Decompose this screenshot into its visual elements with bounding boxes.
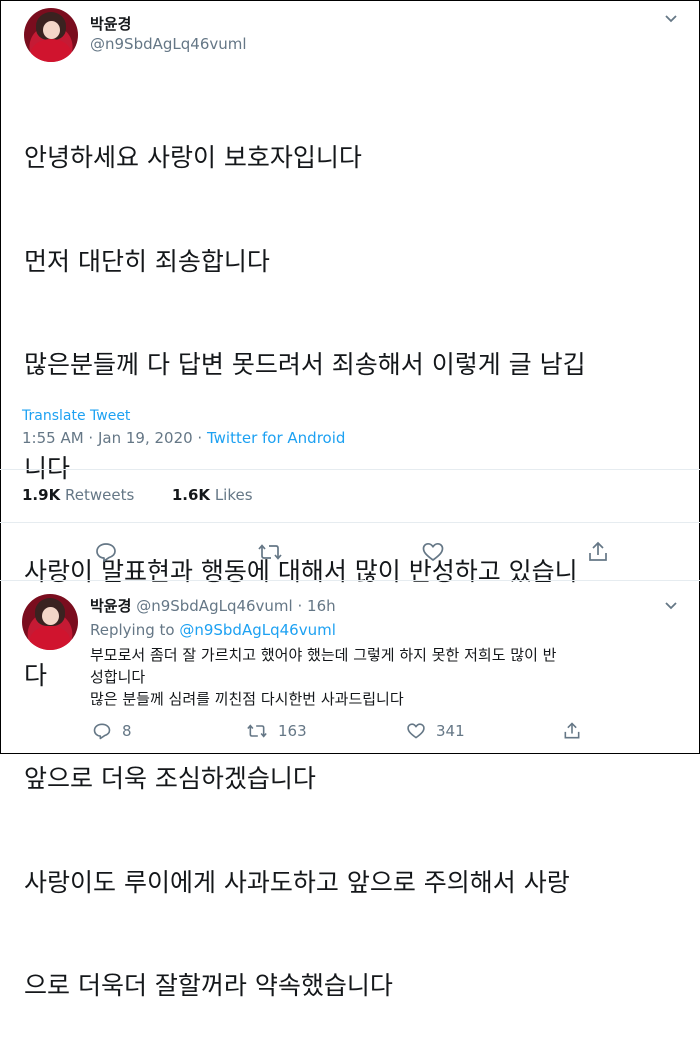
likes-stat[interactable]: 1.6K Likes xyxy=(172,486,253,504)
reply-button[interactable] xyxy=(94,540,118,564)
divider xyxy=(0,522,700,523)
reply-share-button[interactable] xyxy=(562,721,582,741)
reply-count: 8 xyxy=(122,722,132,740)
meta-separator: · xyxy=(192,429,207,447)
tweet-text-line: 으로 더욱더 잘할꺼라 약속했습니다 xyxy=(24,971,393,1000)
tweet-meta: 1:55 AM · Jan 19, 2020 · Twitter for And… xyxy=(22,429,345,447)
tweet-text-line: 앞으로 더욱 조심하겠습니다 xyxy=(24,764,316,793)
reply-text-line: 부모로서 좀더 잘 가르치고 했어야 했는데 그렇게 하지 못한 저희도 많이 … xyxy=(90,646,557,664)
tweet-source[interactable]: Twitter for Android xyxy=(207,429,345,447)
share-icon xyxy=(564,722,580,739)
author-handle[interactable]: @n9SbdAgLq46vuml xyxy=(90,35,247,53)
reply-retweet-button[interactable]: 163 xyxy=(246,721,307,741)
tweet-stats: 1.9K Retweets 1.6K Likes xyxy=(22,486,253,504)
reply-like-count: 341 xyxy=(436,722,465,740)
replying-to-handle[interactable]: @n9SbdAgLq46vuml xyxy=(179,621,336,639)
share-button[interactable] xyxy=(586,540,610,564)
tweet-date[interactable]: Jan 19, 2020 xyxy=(98,429,193,447)
divider xyxy=(0,580,700,581)
reply-icon xyxy=(93,723,111,740)
tweet-text-line: 먼저 대단히 죄송합니다 xyxy=(24,246,270,276)
retweet-button[interactable] xyxy=(257,540,283,564)
meta-separator: · xyxy=(83,429,98,447)
author-name[interactable]: 박윤경 xyxy=(90,13,131,34)
share-icon xyxy=(589,541,607,561)
translate-tweet-link[interactable]: Translate Tweet xyxy=(22,408,130,424)
chevron-down-icon[interactable] xyxy=(664,599,678,615)
tweet-text-line: 많은분들께 다 답변 못드려서 죄송해서 이렇게 글 남깁 xyxy=(24,350,586,379)
tweet-time[interactable]: 1:55 AM xyxy=(22,429,84,447)
reply-text: 부모로서 좀더 잘 가르치고 했어야 했는데 그렇게 하지 못한 저희도 많이 … xyxy=(90,644,686,710)
reply-header: 박윤경 @n9SbdAgLq46vuml · 16h xyxy=(90,595,336,616)
retweets-label: Retweets xyxy=(64,486,135,504)
like-button[interactable] xyxy=(421,540,445,564)
divider xyxy=(0,469,700,470)
tweet-text: 안녕하세요 사랑이 보호자입니다 먼저 대단히 죄송합니다 많은분들께 다 답변… xyxy=(24,72,684,1038)
retweets-count: 1.9K xyxy=(22,486,61,504)
likes-label: Likes xyxy=(214,486,253,504)
retweet-icon xyxy=(258,544,282,560)
reply-icon xyxy=(96,543,116,562)
reply-text-line: 성합니다 xyxy=(90,668,146,686)
retweets-stat[interactable]: 1.9K Retweets xyxy=(22,486,134,504)
reply-text-line: 많은 분들께 심려를 끼친점 다시한번 사과드립니다 xyxy=(90,690,404,708)
replying-label: Replying to xyxy=(90,621,180,639)
tweet-text-line: 사랑이 말표현과 행동에 대해서 많이 반성하고 있습니 xyxy=(24,557,578,586)
retweet-icon xyxy=(247,724,267,738)
like-icon xyxy=(422,542,444,561)
avatar[interactable] xyxy=(24,8,78,62)
reply-like-button[interactable]: 341 xyxy=(406,721,465,741)
chevron-down-icon[interactable] xyxy=(664,12,678,28)
meta-separator: · xyxy=(292,597,308,615)
replying-to: Replying to @n9SbdAgLq46vuml xyxy=(90,621,336,639)
tweet-text-line: 사랑이도 루이에게 사과도하고 앞으로 주의해서 사랑 xyxy=(24,867,570,897)
like-icon xyxy=(407,723,425,739)
reply-age[interactable]: 16h xyxy=(307,597,336,615)
reply-author-name[interactable]: 박윤경 xyxy=(90,597,131,615)
reply-retweet-count: 163 xyxy=(278,722,307,740)
likes-count: 1.6K xyxy=(171,486,211,504)
reply-avatar[interactable] xyxy=(22,594,78,650)
reply-author-handle[interactable]: @n9SbdAgLq46vuml xyxy=(136,597,293,615)
tweet-text-line: 안녕하세요 사랑이 보호자입니다 xyxy=(24,143,362,172)
reply-reply-button[interactable]: 8 xyxy=(92,721,132,741)
